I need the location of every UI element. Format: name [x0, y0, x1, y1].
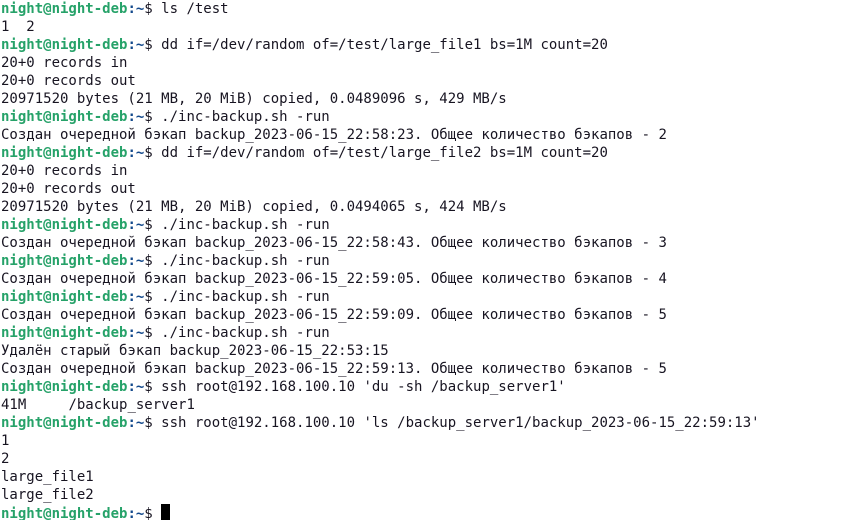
output-line: 1 2	[1, 19, 35, 35]
output-line: Создан очередной бэкап backup_2023-06-15…	[1, 271, 667, 287]
prompt-path: :~	[127, 37, 145, 53]
command-line: night@night-deb:~$ ./inc-backup.sh -run	[1, 216, 847, 234]
terminal-window[interactable]: night@night-deb:~$ ls /test 1 2 night@nigh…	[0, 0, 847, 520]
output-line: Создан очередной бэкап backup_2023-06-15…	[1, 361, 667, 377]
command-text: ./inc-backup.sh -run	[161, 217, 330, 233]
prompt-path: :~	[127, 109, 145, 125]
output-line: 20971520 bytes (21 MB, 20 MiB) copied, 0…	[1, 199, 507, 215]
command-line: night@night-deb:~$ ssh root@192.168.100.…	[1, 414, 847, 432]
prompt-user-host: night@night-deb	[1, 109, 128, 125]
command-line: night@night-deb:~$ ./inc-backup.sh -run	[1, 288, 847, 306]
prompt-user-host: night@night-deb	[1, 379, 128, 395]
output-line: 20+0 records out	[1, 181, 136, 197]
prompt-symbol: $	[144, 217, 162, 233]
prompt-symbol: $	[144, 506, 162, 520]
prompt-symbol: $	[144, 37, 162, 53]
output-line: 41M /backup_server1	[1, 397, 195, 413]
prompt-user-host: night@night-deb	[1, 325, 128, 341]
prompt-symbol: $	[144, 325, 162, 341]
command-line: night@night-deb:~$ ./inc-backup.sh -run	[1, 108, 847, 126]
prompt-user-host: night@night-deb	[1, 506, 128, 520]
prompt-symbol: $	[144, 1, 162, 17]
output-line: large_file1	[1, 469, 94, 485]
prompt-symbol: $	[144, 145, 162, 161]
text-cursor	[161, 504, 171, 520]
output-line: 1	[1, 433, 10, 449]
command-line: night@night-deb:~$ ./inc-backup.sh -run	[1, 324, 847, 342]
output-line: 20+0 records out	[1, 73, 136, 89]
prompt-user-host: night@night-deb	[1, 1, 128, 17]
prompt-user-host: night@night-deb	[1, 37, 128, 53]
prompt-path: :~	[127, 325, 145, 341]
command-text: ./inc-backup.sh -run	[161, 253, 330, 269]
prompt-symbol: $	[144, 415, 162, 431]
command-text: ./inc-backup.sh -run	[161, 325, 330, 341]
command-text: ./inc-backup.sh -run	[161, 109, 330, 125]
prompt-symbol: $	[144, 379, 162, 395]
output-line: 20+0 records in	[1, 55, 128, 71]
prompt-user-host: night@night-deb	[1, 145, 128, 161]
command-line: night@night-deb:~$ dd if=/dev/random of=…	[1, 144, 847, 162]
prompt-symbol: $	[144, 253, 162, 269]
output-line: Удалён старый бэкап backup_2023-06-15_22…	[1, 343, 389, 359]
prompt-symbol: $	[144, 289, 162, 305]
prompt-path: :~	[127, 217, 145, 233]
command-text: dd if=/dev/random of=/test/large_file2 b…	[161, 145, 608, 161]
command-text: ./inc-backup.sh -run	[161, 289, 330, 305]
output-line: 20971520 bytes (21 MB, 20 MiB) copied, 0…	[1, 91, 507, 107]
prompt-user-host: night@night-deb	[1, 415, 128, 431]
prompt-symbol: $	[144, 109, 162, 125]
command-text: ssh root@192.168.100.10 'du -sh /backup_…	[161, 379, 566, 395]
prompt-user-host: night@night-deb	[1, 253, 128, 269]
prompt-path: :~	[127, 289, 145, 305]
command-line: night@night-deb:~$ ls /test	[1, 0, 847, 18]
prompt-path: :~	[127, 253, 145, 269]
active-prompt-line: night@night-deb:~$	[1, 504, 847, 520]
output-line: Создан очередной бэкап backup_2023-06-15…	[1, 127, 667, 143]
command-text: dd if=/dev/random of=/test/large_file1 b…	[161, 37, 608, 53]
command-line: night@night-deb:~$ ssh root@192.168.100.…	[1, 378, 847, 396]
output-line: Создан очередной бэкап backup_2023-06-15…	[1, 307, 667, 323]
prompt-user-host: night@night-deb	[1, 289, 128, 305]
prompt-path: :~	[127, 1, 145, 17]
prompt-path: :~	[127, 379, 145, 395]
prompt-path: :~	[127, 145, 145, 161]
command-text: ssh root@192.168.100.10 'ls /backup_serv…	[161, 415, 760, 431]
command-line: night@night-deb:~$ dd if=/dev/random of=…	[1, 36, 847, 54]
prompt-user-host: night@night-deb	[1, 217, 128, 233]
command-line: night@night-deb:~$ ./inc-backup.sh -run	[1, 252, 847, 270]
prompt-path: :~	[127, 506, 145, 520]
output-line: Создан очередной бэкап backup_2023-06-15…	[1, 235, 667, 251]
prompt-path: :~	[127, 415, 145, 431]
output-line: 2	[1, 451, 10, 467]
command-text: ls /test	[161, 1, 229, 17]
output-line: large_file2	[1, 487, 94, 503]
output-line: 20+0 records in	[1, 163, 128, 179]
